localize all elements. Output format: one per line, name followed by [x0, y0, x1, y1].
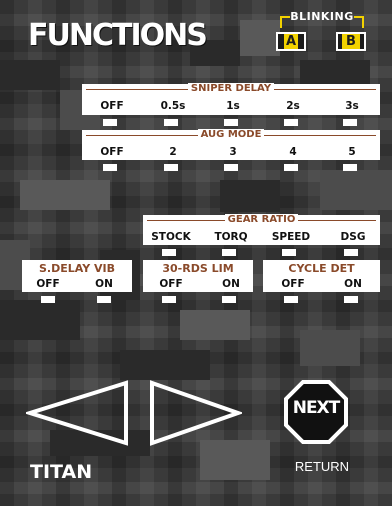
sniper-delay-indicator-3s	[343, 119, 357, 126]
cycle-det-option-off[interactable]: OFF	[268, 278, 318, 290]
blinking-option-a-label: A	[283, 34, 299, 49]
gear-ratio-option-torq[interactable]: TORQ	[206, 231, 256, 243]
rds-lim-title-wrap: 30-RDS LIM	[145, 262, 251, 275]
sniper-delay-option-0-5s[interactable]: 0.5s	[148, 100, 198, 112]
blinking-label: BLINKING	[290, 10, 354, 23]
gear-ratio-option-speed[interactable]: SPEED	[266, 231, 316, 243]
gear-ratio-option-dsg[interactable]: DSG	[328, 231, 378, 243]
triangle-right-icon[interactable]	[148, 380, 242, 446]
sniper-delay-option-3s[interactable]: 3s	[327, 100, 377, 112]
gear-ratio-title: GEAR RATIO	[224, 214, 299, 225]
gear-ratio-indicator-torq	[222, 249, 236, 256]
aug-mode-option-3[interactable]: 3	[208, 146, 258, 158]
blinking-option-b[interactable]: B	[336, 32, 366, 51]
aug-mode-indicator-4	[284, 164, 298, 171]
gear-ratio-indicator-dsg	[344, 249, 358, 256]
aug-mode-indicator-2	[164, 164, 178, 171]
aug-mode-option-5[interactable]: 5	[327, 146, 377, 158]
s-delay-vib-title: S.DELAY VIB	[35, 262, 118, 275]
cycle-det-option-on[interactable]: ON	[328, 278, 378, 290]
sniper-delay-title: SNIPER DELAY	[187, 83, 275, 94]
gear-ratio-indicator-speed	[282, 249, 296, 256]
sniper-delay-indicator-0-5s	[164, 119, 178, 126]
aug-mode-panel: AUG MODE OFF 2 3 4 5	[82, 129, 380, 160]
aug-mode-title-wrap: AUG MODE	[84, 129, 378, 140]
blinking-option-b-label: B	[342, 34, 360, 49]
cycle-det-indicator-on	[344, 296, 358, 303]
s-delay-vib-option-off[interactable]: OFF	[23, 278, 73, 290]
sniper-delay-indicator-2s	[284, 119, 298, 126]
rds-lim-panel: 30-RDS LIM OFF ON	[143, 260, 253, 292]
s-delay-vib-option-on[interactable]: ON	[79, 278, 129, 290]
cycle-det-indicator-off	[284, 296, 298, 303]
aug-mode-indicator-5	[343, 164, 357, 171]
aug-mode-option-off[interactable]: OFF	[87, 146, 137, 158]
s-delay-vib-panel: S.DELAY VIB OFF ON	[22, 260, 132, 292]
sniper-delay-indicator-off	[103, 119, 117, 126]
page-title: FUNCTIONS	[28, 18, 208, 53]
blinking-option-a[interactable]: A	[276, 32, 306, 51]
cycle-det-panel: CYCLE DET OFF ON	[263, 260, 380, 292]
sniper-delay-option-2s[interactable]: 2s	[268, 100, 318, 112]
brand-logo: TITAN	[30, 461, 93, 483]
aug-mode-option-2[interactable]: 2	[148, 146, 198, 158]
rds-lim-option-on[interactable]: ON	[206, 278, 256, 290]
return-button[interactable]: RETURN	[280, 459, 364, 474]
next-button-label[interactable]: NEXT	[284, 398, 348, 418]
sniper-delay-title-wrap: SNIPER DELAY	[84, 83, 378, 94]
s-delay-vib-title-wrap: S.DELAY VIB	[24, 262, 130, 275]
triangle-left-icon[interactable]	[26, 380, 130, 446]
rds-lim-option-off[interactable]: OFF	[146, 278, 196, 290]
rds-lim-indicator-on	[222, 296, 236, 303]
sniper-delay-indicator-1s	[224, 119, 238, 126]
cycle-det-title-wrap: CYCLE DET	[265, 262, 378, 275]
aug-mode-indicator-off	[103, 164, 117, 171]
aug-mode-title: AUG MODE	[197, 129, 265, 140]
gear-ratio-title-wrap: GEAR RATIO	[145, 214, 378, 225]
gear-ratio-indicator-stock	[162, 249, 176, 256]
s-delay-vib-indicator-off	[41, 296, 55, 303]
gear-ratio-option-stock[interactable]: STOCK	[146, 231, 196, 243]
sniper-delay-option-off[interactable]: OFF	[87, 100, 137, 112]
aug-mode-indicator-3	[224, 164, 238, 171]
rds-lim-indicator-off	[162, 296, 176, 303]
s-delay-vib-indicator-on	[97, 296, 111, 303]
aug-mode-option-4[interactable]: 4	[268, 146, 318, 158]
sniper-delay-panel: SNIPER DELAY OFF 0.5s 1s 2s 3s	[82, 83, 380, 115]
gear-ratio-panel: GEAR RATIO STOCK TORQ SPEED DSG	[143, 214, 380, 245]
cycle-det-title: CYCLE DET	[285, 262, 358, 275]
sniper-delay-option-1s[interactable]: 1s	[208, 100, 258, 112]
rds-lim-title: 30-RDS LIM	[159, 262, 237, 275]
